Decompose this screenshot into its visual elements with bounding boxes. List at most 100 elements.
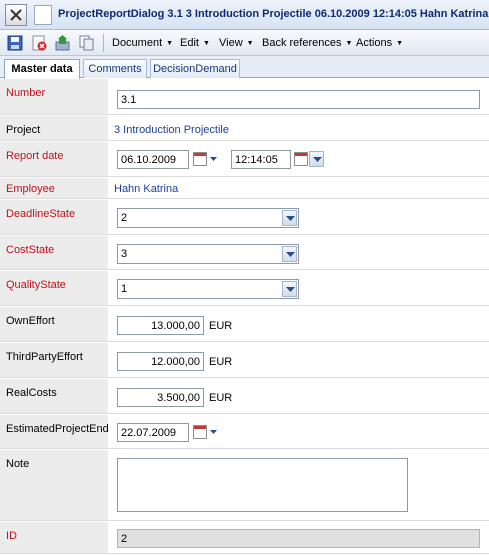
time-dropdown-button[interactable] <box>309 151 324 167</box>
quality-state-value: 1 <box>121 283 128 295</box>
label-cell: DeadlineState <box>0 200 108 235</box>
menu-actions-label: Actions <box>356 37 393 49</box>
calendar-icon[interactable] <box>193 152 207 166</box>
report-time-input[interactable]: 12:14:05 <box>231 150 291 169</box>
save-icon[interactable] <box>7 35 23 51</box>
row-number: Number 3.1 <box>0 79 489 116</box>
label-cell: ID <box>0 522 108 554</box>
chevron-down-icon <box>286 216 295 221</box>
row-own-effort: OwnEffort 13.000,00 EUR <box>0 307 489 343</box>
value-cell: 2 <box>108 522 489 554</box>
delete-icon[interactable] <box>31 35 47 51</box>
label-cell: Number <box>0 79 108 115</box>
quality-state-select[interactable]: 1 <box>117 279 299 299</box>
third-party-effort-label: ThirdPartyEffort <box>6 351 83 363</box>
value-cell: 22.07.2009 <box>108 415 489 449</box>
row-third-party-effort: ThirdPartyEffort 12.000,00 EUR <box>0 343 489 379</box>
row-real-costs: RealCosts 3.500,00 EUR <box>0 379 489 415</box>
third-party-effort-input[interactable]: 12.000,00 <box>117 352 204 371</box>
value-cell: 1 <box>108 271 489 306</box>
employee-link[interactable]: Hahn Katrina <box>114 183 178 195</box>
label-cell: Project <box>0 116 108 141</box>
cost-state-dropdown-button[interactable] <box>282 246 297 262</box>
chevron-down-icon: ▼ <box>345 40 353 47</box>
number-label: Number <box>6 87 46 99</box>
value-cell: Hahn Katrina <box>108 178 489 199</box>
label-cell: QualityState <box>0 271 108 306</box>
id-label: ID <box>6 530 17 542</box>
value-cell <box>108 450 489 521</box>
copy-icon[interactable] <box>79 35 95 51</box>
report-date-input[interactable]: 06.10.2009 <box>117 150 189 169</box>
export-icon[interactable] <box>55 35 71 51</box>
chevron-down-icon: ▼ <box>246 40 254 47</box>
close-button[interactable] <box>5 4 27 26</box>
menu-back-references-label: Back references <box>262 37 342 49</box>
menu-back-references[interactable]: Back references ▼ <box>262 37 352 49</box>
row-estimated-project-end: EstimatedProjectEnd 22.07.2009 <box>0 415 489 450</box>
deadline-state-value: 2 <box>121 212 128 224</box>
id-field: 2 <box>117 529 480 548</box>
chevron-down-icon[interactable] <box>208 425 219 441</box>
menu-view-label: View <box>219 37 243 49</box>
label-cell: Report date <box>0 142 108 177</box>
tab-comments[interactable]: Comments <box>83 59 147 78</box>
tab-master-data[interactable]: Master data <box>4 59 80 79</box>
quality-state-dropdown-button[interactable] <box>282 281 297 297</box>
label-cell: Employee <box>0 178 108 199</box>
label-cell: RealCosts <box>0 379 108 414</box>
label-cell: Note <box>0 450 108 521</box>
value-cell: 3 <box>108 236 489 270</box>
label-cell: ThirdPartyEffort <box>0 343 108 378</box>
menu-document-label: Document <box>112 37 163 49</box>
own-effort-label: OwnEffort <box>6 315 55 327</box>
real-costs-label: RealCosts <box>6 387 57 399</box>
chevron-down-icon[interactable] <box>208 152 219 168</box>
real-costs-input[interactable]: 3.500,00 <box>117 388 204 407</box>
row-quality-state: QualityState 1 <box>0 271 489 307</box>
deadline-state-select[interactable]: 2 <box>117 208 299 228</box>
document-icon <box>34 5 52 25</box>
own-effort-input[interactable]: 13.000,00 <box>117 316 204 335</box>
cost-state-select[interactable]: 3 <box>117 244 299 264</box>
value-cell: 12.000,00 EUR <box>108 343 489 378</box>
value-cell: 2 <box>108 200 489 235</box>
tab-decision-demand[interactable]: DecisionDemand <box>150 59 240 78</box>
estimated-project-end-input[interactable]: 22.07.2009 <box>117 423 189 442</box>
calendar-icon[interactable] <box>193 425 207 439</box>
quality-state-label: QualityState <box>6 279 66 291</box>
menu-edit[interactable]: Edit ▼ <box>180 37 210 49</box>
value-cell: 3.500,00 EUR <box>108 379 489 414</box>
value-cell: 3 Introduction Projectile <box>108 116 489 141</box>
menu-view[interactable]: View ▼ <box>219 37 254 49</box>
chevron-down-icon: ▼ <box>202 40 210 47</box>
number-input[interactable]: 3.1 <box>117 90 480 109</box>
menu-document[interactable]: Document ▼ <box>112 37 173 49</box>
title-bar: ProjectReportDialog 3.1 3 Introduction P… <box>0 0 489 30</box>
note-label: Note <box>6 458 30 470</box>
row-id: ID 2 <box>0 522 489 555</box>
value-cell: 06.10.2009 12:14:05 <box>108 142 489 177</box>
chevron-down-icon <box>313 157 322 162</box>
menu-edit-label: Edit <box>180 37 199 49</box>
chevron-down-icon <box>286 287 295 292</box>
clock-icon[interactable] <box>294 152 308 166</box>
note-textarea[interactable] <box>117 458 408 512</box>
row-note: Note <box>0 450 489 522</box>
estimated-project-end-label: EstimatedProjectEnd <box>6 423 109 435</box>
employee-label: Employee <box>6 183 55 195</box>
row-employee: Employee Hahn Katrina <box>0 178 489 200</box>
deadline-state-dropdown-button[interactable] <box>282 210 297 226</box>
toolbar: Document ▼ Edit ▼ View ▼ Back references ▼ A… <box>0 30 489 56</box>
cost-state-value: 3 <box>121 248 128 260</box>
project-link[interactable]: 3 Introduction Projectile <box>114 124 229 136</box>
third-party-effort-unit: EUR <box>209 356 233 368</box>
real-costs-unit: EUR <box>209 392 233 404</box>
report-date-label: Report date <box>6 150 64 162</box>
menu-actions[interactable]: Actions ▼ <box>356 37 403 49</box>
label-cell: EstimatedProjectEnd <box>0 415 109 449</box>
own-effort-unit: EUR <box>209 320 233 332</box>
chevron-down-icon <box>286 252 295 257</box>
cost-state-label: CostState <box>6 244 55 256</box>
master-data-form: Number 3.1 Project 3 Introduction Projec… <box>0 79 489 555</box>
